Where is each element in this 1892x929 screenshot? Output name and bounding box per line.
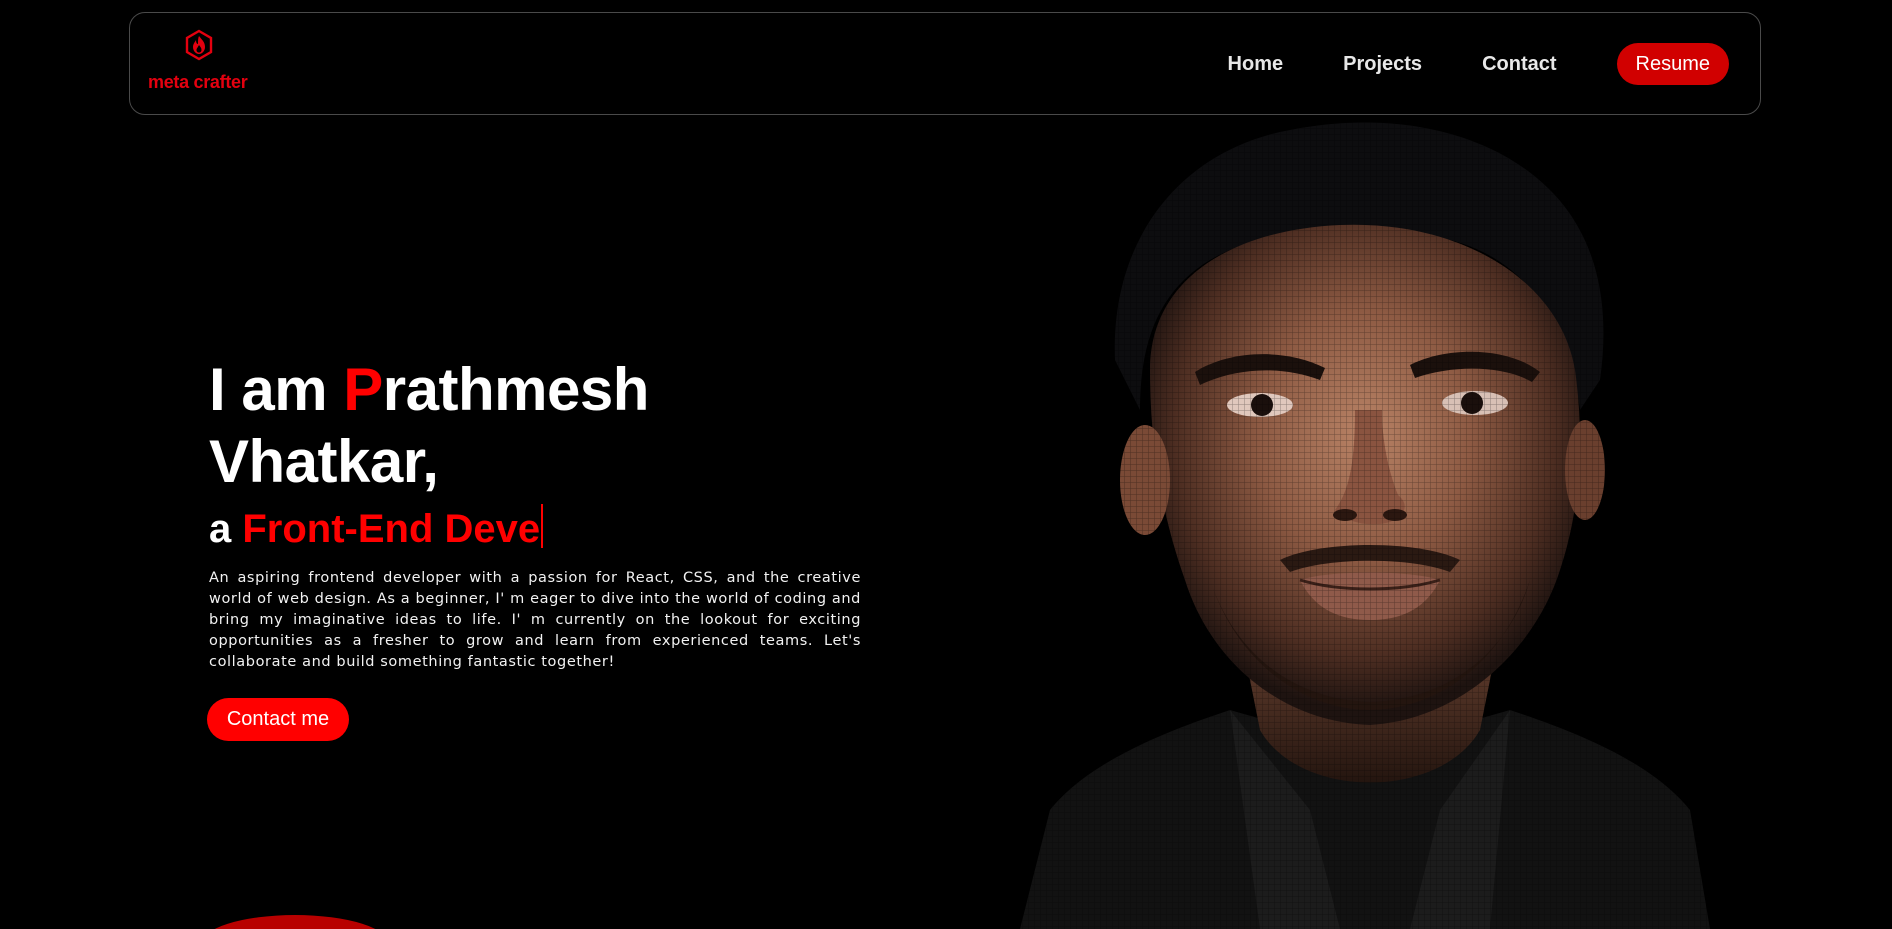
- hero-role-prefix: a: [209, 507, 243, 551]
- portfolio-page: meta crafter Home Projects Contact Resum…: [0, 0, 1892, 929]
- hero-name-prefix: I am: [209, 356, 344, 423]
- flame-hexagon-icon: [185, 29, 213, 61]
- resume-button[interactable]: Resume: [1616, 43, 1729, 85]
- brand-name: meta crafter: [148, 72, 248, 92]
- hero-name-line2: Vhatkar,: [209, 428, 439, 495]
- hero-name-accent: P: [343, 356, 383, 423]
- brand-logo[interactable]: meta crafter: [148, 29, 258, 95]
- decorative-blob: [200, 915, 390, 929]
- nav-home-link[interactable]: Home: [1228, 53, 1284, 76]
- typing-caret: [541, 504, 544, 548]
- navbar: meta crafter Home Projects Contact Resum…: [129, 12, 1761, 115]
- hero-heading: I am Prathmesh Vhatkar,: [209, 354, 861, 498]
- profile-portrait: [1010, 110, 1730, 929]
- contact-me-button[interactable]: Contact me: [207, 698, 349, 741]
- hero-description: An aspiring frontend developer with a pa…: [209, 570, 861, 670]
- nav-contact-link[interactable]: Contact: [1482, 53, 1556, 76]
- nav-links: Home Projects Contact Resume: [1228, 43, 1729, 85]
- hero-name-rest: rathmesh: [382, 356, 650, 423]
- nav-projects-link[interactable]: Projects: [1343, 53, 1422, 76]
- hero-role: a Front-End Deve: [209, 502, 861, 556]
- hero-section: I am Prathmesh Vhatkar, a Front-End Deve…: [209, 354, 861, 673]
- hero-role-typed: Front-End Deve: [242, 507, 541, 551]
